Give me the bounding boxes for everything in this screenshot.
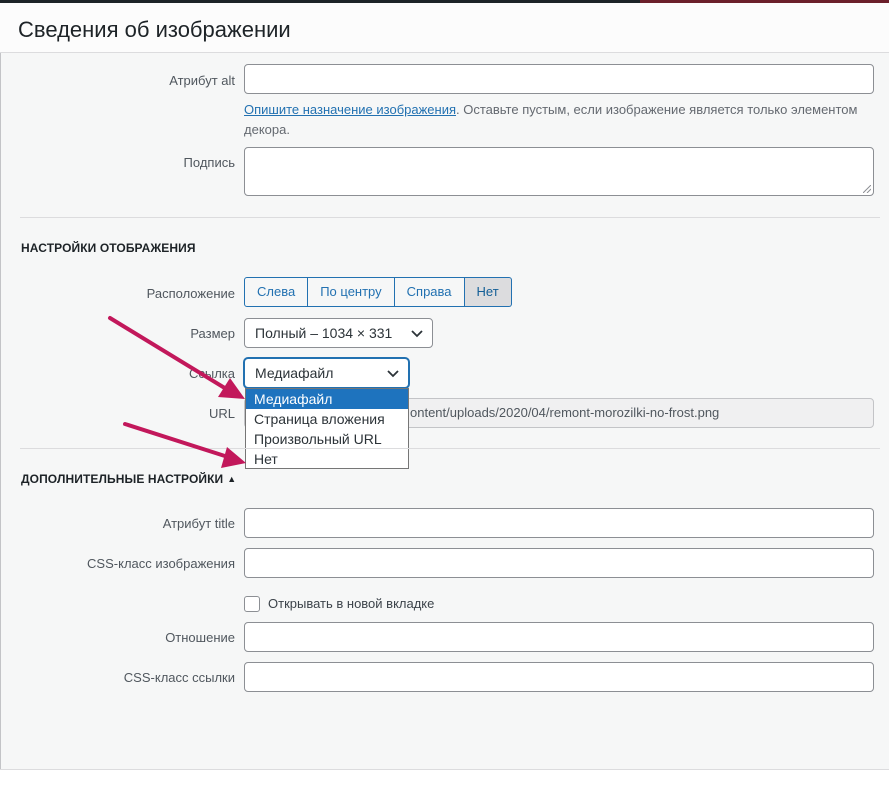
- resize-handle-icon[interactable]: [863, 185, 871, 193]
- align-label: Расположение: [146, 286, 235, 301]
- url-value: ontent/uploads/2020/04/remont-morozilki-…: [410, 405, 720, 420]
- link-option-attachment[interactable]: Страница вложения: [246, 409, 408, 429]
- link-dropdown: Медиафайл Страница вложения Произвольный…: [245, 388, 409, 469]
- link-label: Ссылка: [188, 366, 235, 381]
- size-select[interactable]: Полный – 1034 × 331: [244, 318, 433, 348]
- caption-label: Подпись: [183, 155, 235, 170]
- triangle-up-icon: ▲: [227, 474, 237, 484]
- rel-label: Отношение: [165, 630, 235, 645]
- new-tab-label: Открывать в новой вкладке: [268, 596, 435, 611]
- image-class-input[interactable]: [244, 548, 874, 578]
- divider: [20, 217, 880, 218]
- size-label: Размер: [190, 326, 235, 341]
- link-select-value: Медиафайл: [255, 365, 334, 381]
- divider: [20, 448, 880, 449]
- align-right-button[interactable]: Справа: [394, 277, 465, 307]
- align-none-button[interactable]: Нет: [464, 277, 512, 307]
- align-button-group: Слева По центру Справа Нет: [244, 277, 512, 307]
- align-left-button[interactable]: Слева: [244, 277, 309, 307]
- modal-footer: [0, 769, 889, 802]
- title-attr-input[interactable]: [244, 508, 874, 538]
- size-select-value: Полный – 1034 × 331: [255, 325, 393, 341]
- advanced-settings-title: ДОПОЛНИТЕЛЬНЫЕ НАСТРОЙКИ: [21, 472, 224, 486]
- rel-input[interactable]: [244, 622, 874, 652]
- advanced-settings-toggle[interactable]: ДОПОЛНИТЕЛЬНЫЕ НАСТРОЙКИ ▲: [21, 472, 236, 486]
- link-option-media[interactable]: Медиафайл: [246, 389, 408, 409]
- url-label: URL: [208, 406, 235, 421]
- alt-help-link[interactable]: Опишите назначение изображения: [244, 102, 456, 117]
- display-settings-title: НАСТРОЙКИ ОТОБРАЖЕНИЯ: [21, 241, 196, 255]
- caption-textarea[interactable]: [244, 147, 874, 196]
- link-option-custom[interactable]: Произвольный URL: [246, 429, 408, 449]
- alt-help: Опишите назначение изображения. Оставьте…: [244, 100, 874, 140]
- chevron-down-icon: [387, 370, 399, 378]
- link-class-label: CSS-класс ссылки: [123, 670, 235, 685]
- align-center-button[interactable]: По центру: [308, 277, 395, 307]
- image-class-label: CSS-класс изображения: [87, 556, 235, 571]
- chevron-down-icon: [411, 330, 423, 338]
- modal-header: Сведения об изображении: [0, 3, 889, 53]
- link-select[interactable]: Медиафайл: [244, 358, 409, 388]
- title-attr-label: Атрибут title: [162, 516, 235, 531]
- alt-label: Атрибут alt: [169, 73, 235, 88]
- link-option-none[interactable]: Нет: [246, 449, 408, 469]
- alt-input[interactable]: [244, 64, 874, 94]
- new-tab-checkbox[interactable]: [244, 596, 260, 612]
- page-title: Сведения об изображении: [18, 17, 291, 42]
- link-class-input[interactable]: [244, 662, 874, 692]
- panel-border: [0, 53, 1, 769]
